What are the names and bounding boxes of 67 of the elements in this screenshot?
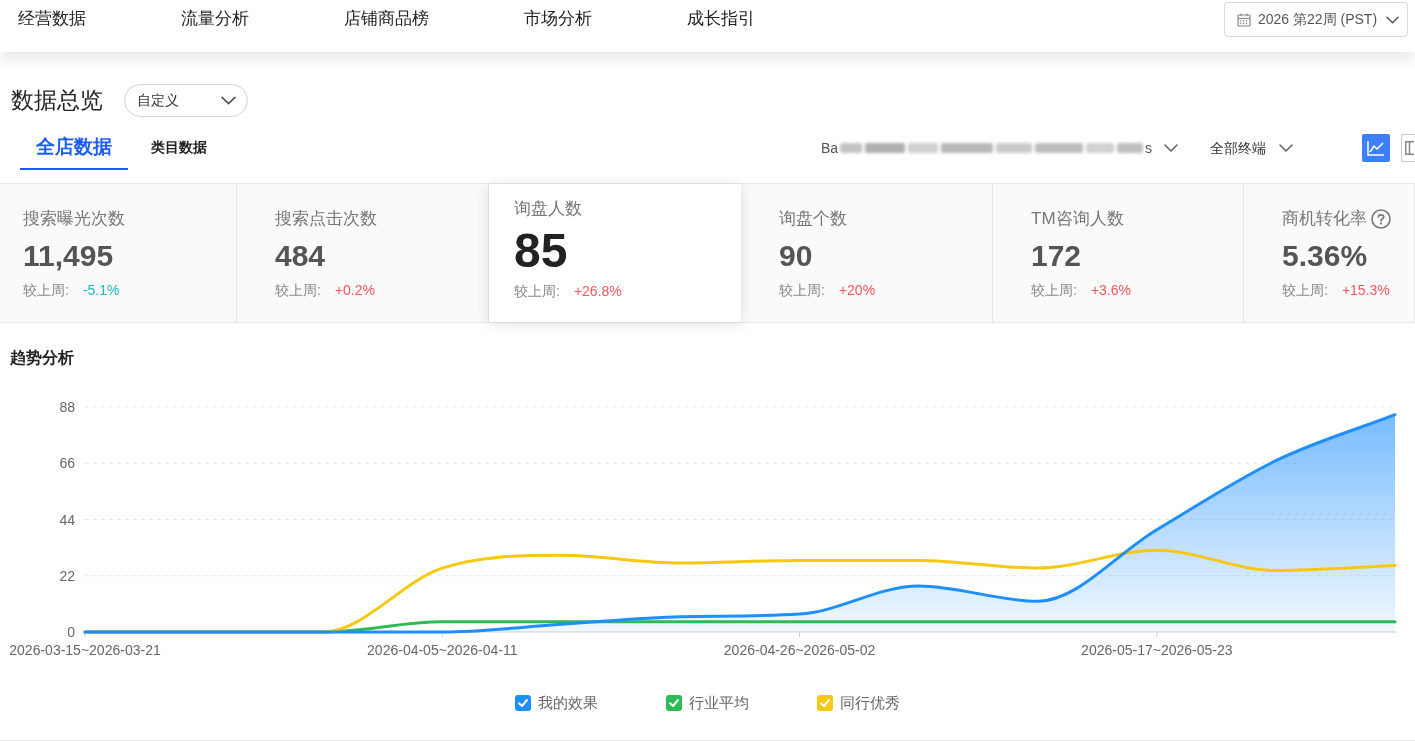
change-value: +26.8% xyxy=(573,282,622,301)
columns-icon xyxy=(1405,141,1414,155)
nav-item[interactable]: 经营数据 xyxy=(18,0,86,38)
nav-item[interactable]: 市场分析 xyxy=(524,0,592,38)
help-icon[interactable] xyxy=(1371,209,1391,229)
calendar-icon xyxy=(1237,12,1251,27)
metric-card[interactable]: 商机转化率 5.36% 较上周: +15.3% xyxy=(1244,184,1415,322)
axis-label: 2026-03-15~2026-03-21 xyxy=(9,642,161,658)
axis-label: 2026-04-05~2026-04-11 xyxy=(367,642,518,658)
axis-label: 22 xyxy=(59,567,75,584)
legend-toggle[interactable]: 我的效果 xyxy=(515,691,598,715)
comparison-label: 较上周: xyxy=(1282,281,1328,300)
metric-card[interactable]: 搜索曝光次数 11,495 较上周: -5.1% xyxy=(0,184,237,322)
store-dropdown[interactable]: Ba s xyxy=(820,133,1178,163)
range-dropdown[interactable]: 自定义 xyxy=(124,83,248,117)
axis-label: 44 xyxy=(59,511,75,528)
nav-item[interactable]: 店铺商品榜 xyxy=(344,0,429,38)
tab[interactable]: 类目数据 xyxy=(135,126,223,170)
checkbox-icon[interactable] xyxy=(666,695,682,711)
view-toggle-button[interactable] xyxy=(1401,134,1415,162)
change-value: +15.3% xyxy=(1341,281,1390,300)
comparison-label: 较上周: xyxy=(23,281,69,300)
comparison-label: 较上周: xyxy=(779,281,825,300)
comparison-label: 较上周: xyxy=(1031,281,1077,300)
chevron-down-icon xyxy=(221,95,236,105)
metric-value: 5.36% xyxy=(1282,238,1368,274)
comparison-label: 较上周: xyxy=(514,282,560,301)
metric-title: 询盘个数 xyxy=(779,208,847,230)
metric-value: 90 xyxy=(779,238,813,274)
axis-label: 2026-05-17~2026-05-23 xyxy=(1081,642,1233,658)
metric-card[interactable]: 询盘个数 90 较上周: +20% xyxy=(741,184,993,322)
page-title: 数据总览 xyxy=(11,85,103,115)
legend-toggle[interactable]: 同行优秀 xyxy=(817,691,900,715)
section-title: 趋势分析 xyxy=(9,348,75,368)
change-value: +20% xyxy=(838,281,876,300)
metric-card[interactable]: TM咨询人数 172 较上周: +3.6% xyxy=(993,184,1244,322)
chevron-down-icon xyxy=(1164,144,1178,152)
chevron-down-icon xyxy=(1279,144,1293,152)
nav-item[interactable]: 成长指引 xyxy=(687,0,755,38)
axis-label: 0 xyxy=(67,624,75,640)
view-toggle-button[interactable] xyxy=(1362,134,1390,162)
change-value: +3.6% xyxy=(1090,281,1131,300)
metric-title: 搜索曝光次数 xyxy=(23,208,125,230)
terminal-dropdown[interactable]: 全部终端 xyxy=(1210,133,1293,163)
metric-title: 询盘人数 xyxy=(514,198,582,220)
metric-value: 85 xyxy=(514,225,568,277)
change-value: +0.2% xyxy=(334,281,375,300)
metric-value: 11,495 xyxy=(23,238,114,274)
metric-card[interactable]: 询盘人数 85 较上周: +26.8% xyxy=(489,184,741,322)
axis-label: 2026-04-26~2026-05-02 xyxy=(723,642,876,658)
metric-value: 484 xyxy=(275,238,326,274)
legend-toggle[interactable]: 行业平均 xyxy=(666,691,749,715)
nav-item[interactable]: 流量分析 xyxy=(181,0,249,38)
change-value: -5.1% xyxy=(82,281,120,300)
checkbox-icon[interactable] xyxy=(515,695,531,711)
tab[interactable]: 全店数据 xyxy=(20,126,128,170)
week-picker[interactable]: 2026 第22周 (PST) xyxy=(1224,2,1408,37)
metric-title: 搜索点击次数 xyxy=(275,208,377,230)
axis-label: 66 xyxy=(59,455,75,472)
metric-value: 172 xyxy=(1031,238,1082,274)
metric-title: 商机转化率 xyxy=(1282,208,1367,230)
metric-title: TM咨询人数 xyxy=(1031,208,1124,230)
chevron-down-icon xyxy=(1386,15,1399,24)
line-chart-icon xyxy=(1367,140,1385,156)
checkbox-icon[interactable] xyxy=(817,695,833,711)
axis-label: 88 xyxy=(59,399,75,415)
comparison-label: 较上周: xyxy=(275,281,321,300)
